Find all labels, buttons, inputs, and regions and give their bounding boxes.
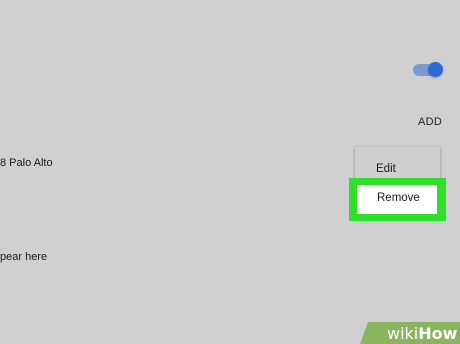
address-item-text: 8 Palo Alto [0, 157, 53, 169]
add-button[interactable]: ADD [418, 116, 442, 128]
menu-item-edit[interactable]: Edit [376, 163, 396, 175]
toggle-thumb [428, 62, 443, 77]
wikihow-logo: wikiHow [387, 324, 457, 343]
menu-item-remove-label: Remove [377, 192, 420, 204]
wikihow-logo-part1: wiki [387, 324, 419, 343]
toggle-switch[interactable] [413, 62, 443, 77]
wikihow-logo-part2: How [418, 324, 458, 343]
menu-item-remove[interactable]: Remove [357, 185, 437, 214]
empty-state-text: pear here [0, 251, 48, 263]
